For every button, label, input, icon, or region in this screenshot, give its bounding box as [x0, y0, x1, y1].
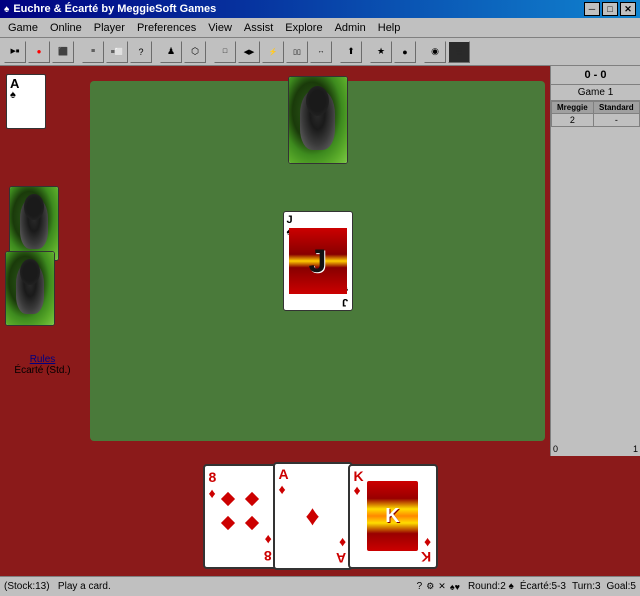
toolbar-btn-9[interactable]: □ [214, 41, 236, 63]
app-icon: ♠ [4, 4, 9, 15]
help-icon[interactable]: ? [417, 581, 423, 592]
toolbar-btn-5[interactable]: ≡⬜ [106, 41, 128, 63]
menu-assist[interactable]: Assist [238, 20, 279, 36]
ecarte-label: Écarté (Std.) [0, 365, 85, 376]
menu-explore[interactable]: Explore [279, 20, 328, 36]
toolbar-btn-10[interactable]: ◀▶ [238, 41, 260, 63]
col-mreggie: Mreggie [552, 102, 594, 114]
menubar: Game Online Player Preferences View Assi… [0, 18, 640, 38]
app-title: Euchre & Écarté by MeggieSoft Games [13, 3, 216, 15]
close-button[interactable]: ✕ [620, 2, 636, 16]
rules-label[interactable]: Rules Écarté (Std.) [0, 354, 85, 376]
titlebar: ♠ Euchre & Écarté by MeggieSoft Games ─ … [0, 0, 640, 18]
menu-game[interactable]: Game [2, 20, 44, 36]
game-area: A ♠ Rules Écarté (Std.) [0, 66, 640, 456]
score-panel: 0 - 0 Game 1 Mreggie Standard 2 - 0 1 [550, 66, 640, 456]
toolbar-btn-14[interactable]: ⬆ [340, 41, 362, 63]
hand-cards: 8♦ 8♦ A♦ A♦ ♦ K♦ K♦ K [203, 462, 438, 570]
score-standard-1: - [593, 114, 639, 127]
status-right: Round:2 ♠ Écarté:5-3 Turn:3 Goal:5 [468, 581, 636, 592]
trump-indicator: A ♠ [6, 74, 46, 129]
maximize-button[interactable]: □ [602, 2, 618, 16]
toolbar-btn-15[interactable]: ★ [370, 41, 392, 63]
settings-icon[interactable]: ⚙ [426, 581, 434, 592]
toolbar-btn-17[interactable]: ◉ [424, 41, 446, 63]
score-mreggie-1: 2 [552, 114, 594, 127]
toolbar-btn-4[interactable]: ≡ [82, 41, 104, 63]
status-left: (Stock:13) Play a card. [4, 581, 409, 592]
toolbar-btn-1[interactable]: ▶⏹ [4, 41, 26, 63]
goal-info: Goal:5 [607, 581, 636, 592]
ecarte-score: Écarté:5-3 [520, 581, 566, 592]
minimize-button[interactable]: ─ [584, 2, 600, 16]
score-display: 0 - 0 [551, 66, 640, 85]
toolbar-btn-6[interactable]: ? [130, 41, 152, 63]
score-totals: 0 1 [551, 442, 640, 456]
status-center: ? ⚙ ✕ ♠♥ [417, 581, 460, 592]
card-king-diamonds[interactable]: K♦ K♦ K [348, 464, 438, 569]
toolbar-btn-11[interactable]: ⚡ [262, 41, 284, 63]
menu-help[interactable]: Help [372, 20, 407, 36]
center-table: J♠ J♠ J [90, 81, 545, 441]
cross-icon[interactable]: ✕ [438, 581, 446, 592]
ace-suit: ♠ [10, 90, 16, 101]
menu-online[interactable]: Online [44, 20, 88, 36]
turn-info: Turn:3 [572, 581, 601, 592]
statusbar: (Stock:13) Play a card. ? ⚙ ✕ ♠♥ Round:2… [0, 576, 640, 596]
card-ace-diamonds[interactable]: A♦ A♦ ♦ [273, 462, 353, 570]
top-card [288, 76, 348, 164]
menu-preferences[interactable]: Preferences [131, 20, 202, 36]
score-right: 1 [633, 444, 638, 454]
toolbar-btn-2[interactable]: ● [28, 41, 50, 63]
left-opponent-cards [5, 186, 60, 336]
toolbar: ▶⏹ ● ⬛ ≡ ≡⬜ ? ♟ ⬡ □ ◀▶ ⚡ ▯▯ ↔ ⬆ ★ ● ◉ ▦ [0, 38, 640, 66]
toolbar-btn-3[interactable]: ⬛ [52, 41, 74, 63]
menu-player[interactable]: Player [88, 20, 131, 36]
round-info: Round:2 ♠ [468, 581, 514, 592]
card-8-diamonds[interactable]: 8♦ 8♦ [203, 464, 278, 569]
left-panel: A ♠ Rules Écarté (Std.) [0, 66, 85, 456]
toolbar-btn-16[interactable]: ● [394, 41, 416, 63]
toolbar-btn-8[interactable]: ⬡ [184, 41, 206, 63]
status-message: Play a card. [58, 581, 111, 592]
titlebar-controls: ─ □ ✕ [584, 2, 636, 16]
score-zero: 0 [553, 444, 558, 454]
score-table: Mreggie Standard 2 - [551, 101, 640, 127]
toolbar-btn-12[interactable]: ▯▯ [286, 41, 308, 63]
toolbar-btn-13[interactable]: ↔ [310, 41, 332, 63]
ace-of-spades: A ♠ [6, 74, 46, 129]
stock-info: (Stock:13) [4, 581, 50, 592]
titlebar-left: ♠ Euchre & Écarté by MeggieSoft Games [4, 3, 216, 15]
round-suit: ♠ [509, 581, 514, 592]
center-card-jack[interactable]: J♠ J♠ J [283, 211, 353, 311]
col-standard: Standard [593, 102, 639, 114]
cards-icon: ♠♥ [450, 582, 460, 592]
toolbar-btn-7[interactable]: ♟ [160, 41, 182, 63]
player-hand-area: 8♦ 8♦ A♦ A♦ ♦ K♦ K♦ K [0, 456, 640, 576]
menu-admin[interactable]: Admin [329, 20, 372, 36]
menu-view[interactable]: View [202, 20, 238, 36]
game-label: Game 1 [551, 85, 640, 101]
toolbar-btn-18[interactable]: ▦ [448, 41, 470, 63]
